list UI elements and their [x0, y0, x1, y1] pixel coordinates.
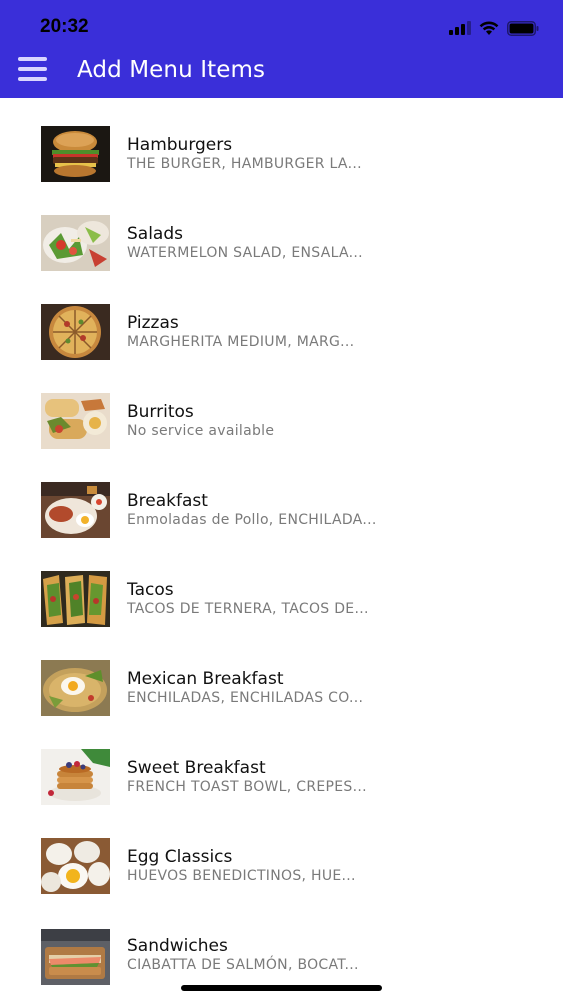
list-item-salads[interactable]: Salads WATERMELON SALAD, ENSALA... [0, 187, 563, 276]
list-item-tacos[interactable]: Tacos TACOS DE TERNERA, TACOS DE... [0, 543, 563, 632]
item-title: Burritos [127, 402, 194, 422]
item-subtitle: MARGHERITA MEDIUM, MARG... [127, 334, 355, 350]
wifi-icon [479, 21, 499, 35]
tacos-thumbnail [41, 571, 110, 627]
list-item-hamburgers[interactable]: Hamburgers THE BURGER, HAMBURGER LA... [0, 98, 563, 187]
item-subtitle: THE BURGER, HAMBURGER LA... [127, 156, 362, 172]
item-subtitle: CIABATTA DE SALMÓN, BOCAT... [127, 957, 359, 973]
item-title: Salads [127, 224, 183, 244]
item-subtitle: TACOS DE TERNERA, TACOS DE... [127, 601, 369, 617]
list-item-breakfast[interactable]: Breakfast Enmoladas de Pollo, ENCHILADA.… [0, 454, 563, 543]
list-item-mexican-breakfast[interactable]: Mexican Breakfast ENCHILADAS, ENCHILADAS… [0, 632, 563, 721]
burger-thumbnail [41, 126, 110, 182]
item-title: Mexican Breakfast [127, 669, 284, 689]
item-subtitle: Enmoladas de Pollo, ENCHILADA... [127, 512, 377, 528]
app-header: 20:32 Add Menu Items [0, 0, 563, 98]
eggs-thumbnail [41, 838, 110, 894]
salad-thumbnail [41, 215, 110, 271]
list-item-egg-classics[interactable]: Egg Classics HUEVOS BENEDICTINOS, HUE... [0, 810, 563, 899]
item-subtitle: No service available [127, 423, 275, 439]
status-bar: 20:32 [0, 0, 563, 50]
item-subtitle: WATERMELON SALAD, ENSALA... [127, 245, 363, 261]
item-title: Breakfast [127, 491, 208, 511]
list-item-sweet-breakfast[interactable]: Sweet Breakfast FRENCH TOAST BOWL, CREPE… [0, 721, 563, 810]
item-subtitle: HUEVOS BENEDICTINOS, HUE... [127, 868, 356, 884]
list-item-burritos[interactable]: Burritos No service available [0, 365, 563, 454]
breakfast-thumbnail [41, 482, 110, 538]
status-icons [449, 19, 539, 37]
item-title: Tacos [127, 580, 174, 600]
pancakes-thumbnail [41, 749, 110, 805]
hamburger-menu-button[interactable] [18, 57, 48, 83]
item-title: Sweet Breakfast [127, 758, 266, 778]
home-indicator[interactable] [181, 985, 382, 991]
burrito-thumbnail [41, 393, 110, 449]
cellular-signal-icon [449, 21, 471, 35]
item-title: Pizzas [127, 313, 179, 333]
mexican-breakfast-thumbnail [41, 660, 110, 716]
pizza-thumbnail [41, 304, 110, 360]
item-title: Sandwiches [127, 936, 228, 956]
sandwich-thumbnail [41, 929, 110, 985]
item-subtitle: FRENCH TOAST BOWL, CREPES... [127, 779, 367, 795]
item-title: Egg Classics [127, 847, 233, 867]
battery-icon [507, 20, 539, 36]
item-title: Hamburgers [127, 135, 233, 155]
list-item-pizzas[interactable]: Pizzas MARGHERITA MEDIUM, MARG... [0, 276, 563, 365]
list-item-sandwiches[interactable]: Sandwiches CIABATTA DE SALMÓN, BOCAT... [0, 899, 563, 988]
status-time: 20:32 [40, 16, 89, 37]
item-subtitle: ENCHILADAS, ENCHILADAS CO... [127, 690, 364, 706]
page-title: Add Menu Items [77, 57, 266, 83]
